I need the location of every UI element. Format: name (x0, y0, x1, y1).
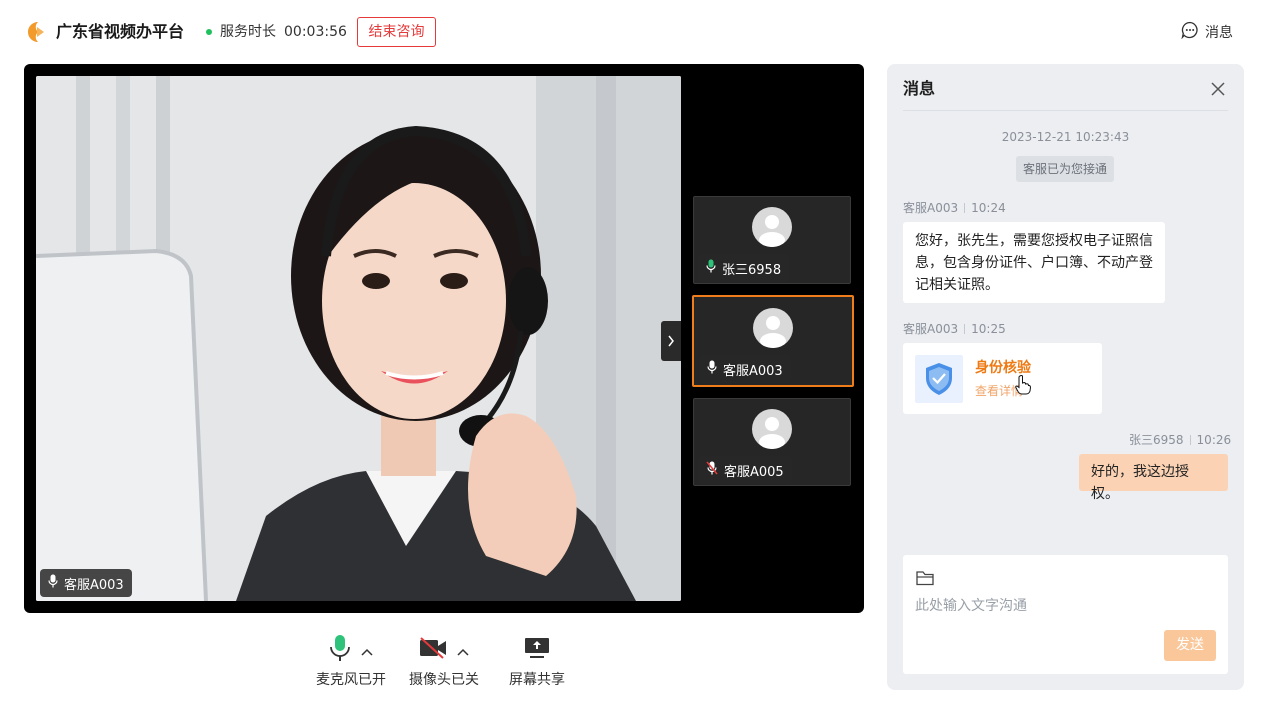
chat-bubble-icon (1181, 21, 1199, 43)
message-input[interactable] (915, 595, 1215, 617)
message-meta: 客服A003 10:24 (903, 199, 1006, 217)
message-sender: 张三6958 (1129, 433, 1184, 447)
participant-name: 客服A003 (723, 363, 783, 379)
identity-verification-card[interactable]: 身份核验 查看详情 (903, 343, 1102, 414)
participant-name-tag: 客服A003 (699, 355, 791, 383)
participant-tile[interactable]: 客服A005 (693, 398, 851, 486)
main-video-feed: 客服A003 (36, 76, 681, 601)
message-meta: 张三6958 10:26 (1129, 431, 1231, 449)
camera-label: 摄像头已关 (409, 672, 479, 688)
participant-tile-active[interactable]: 客服A003 (692, 295, 854, 387)
message-time: 10:25 (971, 322, 1006, 336)
outgoing-message-bubble: 好的，我这边授权。 (1079, 454, 1228, 502)
main-speaker-tag: 客服A003 (40, 569, 132, 597)
hand-pointer-icon (1015, 375, 1032, 399)
divider (964, 203, 966, 213)
chat-panel: 消息 2023-12-21 10:23:43 客服已为您接通 客服A003 10… (887, 64, 1244, 690)
message-line: 记相关证照。 (915, 277, 999, 293)
agent-video-image (36, 76, 681, 601)
collapse-participants-button[interactable] (661, 321, 681, 361)
divider (964, 324, 966, 334)
chevron-up-icon[interactable] (457, 641, 469, 660)
microphone-icon (707, 360, 717, 378)
message-text: 好的，我这边授权。 (1091, 464, 1189, 502)
message-sender: 客服A003 (903, 201, 959, 215)
system-timestamp: 2023-12-21 10:23:43 (1001, 130, 1130, 144)
app-logo-icon (24, 20, 48, 44)
main-speaker-name: 客服A003 (64, 577, 124, 593)
chevron-up-icon[interactable] (361, 641, 373, 660)
send-button[interactable]: 发送 (1164, 630, 1216, 661)
camera-toggle[interactable]: 摄像头已关 (409, 636, 479, 690)
microphone-icon (48, 574, 58, 592)
incoming-message-bubble: 您好，张先生，需要您授权电子证照信 息，包含身份证件、户口簿、不动产登 记相关证… (903, 222, 1165, 303)
screen-share-label: 屏幕共享 (509, 672, 565, 688)
system-notice: 客服已为您接通 (1016, 156, 1114, 182)
close-panel-button[interactable] (1207, 78, 1229, 100)
message-line: 息，包含身份证件、户口簿、不动产登 (915, 255, 1153, 271)
messages-toggle-label: 消息 (1205, 25, 1233, 41)
message-meta: 客服A003 10:25 (903, 320, 1006, 338)
close-icon (1207, 82, 1229, 104)
microphone-label: 麦克风已开 (316, 672, 386, 688)
service-duration-timer: 00:03:56 (284, 24, 347, 40)
status-dot (206, 29, 212, 35)
screen-share-icon (524, 637, 550, 663)
app-title: 广东省视频办平台 (56, 22, 185, 41)
message-compose-box: 发送 (903, 555, 1228, 674)
message-line: 您好，张先生，需要您授权电子证照信 (915, 233, 1153, 249)
microphone-icon (329, 634, 351, 666)
divider (903, 110, 1228, 111)
microphone-on-icon (706, 259, 716, 277)
participant-name: 客服A005 (724, 464, 784, 480)
message-sender: 客服A003 (903, 322, 959, 336)
service-duration-label: 服务时长 (220, 24, 276, 40)
chat-panel-title: 消息 (903, 79, 936, 98)
divider (1189, 435, 1191, 445)
avatar (752, 409, 792, 449)
messages-toggle[interactable]: 消息 (1181, 21, 1233, 43)
chevron-right-icon (667, 332, 675, 351)
message-time: 10:24 (971, 201, 1006, 215)
end-consultation-button[interactable]: 结束咨询 (357, 17, 436, 47)
avatar (753, 308, 793, 348)
participant-name-tag: 张三6958 (698, 254, 790, 282)
screen-share-button[interactable]: 屏幕共享 (509, 636, 565, 690)
microphone-toggle[interactable]: 麦克风已开 (316, 634, 386, 690)
avatar (752, 207, 792, 247)
folder-icon[interactable] (915, 569, 935, 587)
participant-name-tag: 客服A005 (698, 456, 792, 484)
video-stage: 客服A003 张三6958 客服A003 客服A005 (24, 64, 864, 613)
participant-tile[interactable]: 张三6958 (693, 196, 851, 284)
microphone-muted-icon (706, 461, 718, 479)
shield-check-icon (915, 355, 963, 403)
participant-name: 张三6958 (722, 262, 782, 278)
camera-off-icon (419, 637, 447, 663)
message-time: 10:26 (1196, 433, 1232, 447)
